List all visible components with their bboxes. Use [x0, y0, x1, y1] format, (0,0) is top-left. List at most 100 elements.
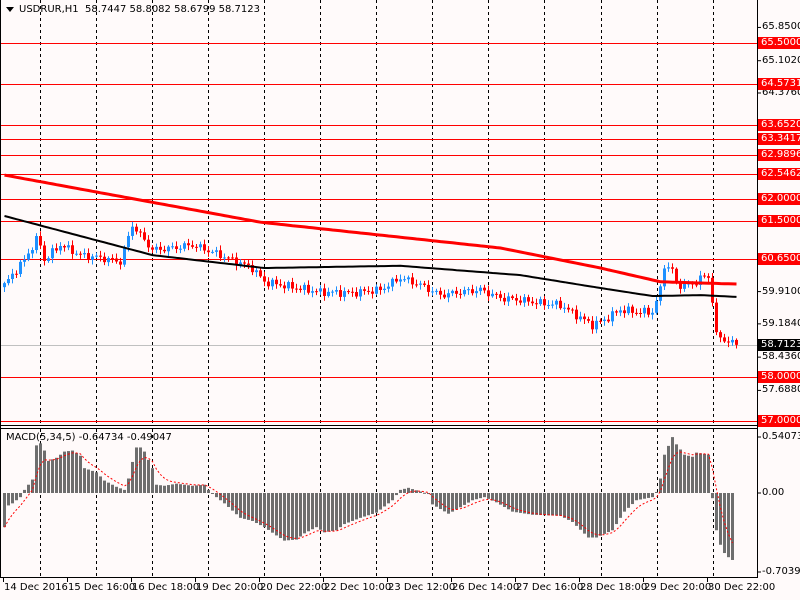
candle-bear [267, 281, 270, 287]
macd-histogram-bar [591, 493, 594, 538]
macd-histogram-bar [691, 456, 694, 493]
macd-histogram-bar [567, 493, 570, 520]
candle-bear [471, 289, 474, 294]
candle-bear [295, 288, 298, 290]
level-label: 63.3417 [758, 132, 800, 145]
macd-histogram-bar [523, 493, 526, 514]
candle-bear [631, 306, 634, 313]
candle-bear [355, 291, 358, 297]
candle-bear [639, 313, 642, 315]
macd-histogram-bar [67, 451, 70, 493]
macd-histogram-bar [679, 449, 682, 493]
candle-bear [707, 276, 710, 278]
macd-histogram-bar [687, 455, 690, 493]
macd-histogram-bar [595, 493, 598, 538]
macd-histogram-bar [203, 484, 206, 493]
macd-histogram-bar [335, 493, 338, 531]
macd-histogram-bar [399, 489, 402, 493]
macd-histogram-bar [711, 493, 714, 499]
macd-histogram-bar [419, 491, 422, 493]
candle-bull [491, 293, 494, 297]
macd-histogram-bar [551, 493, 554, 516]
candle-bull [603, 319, 606, 321]
macd-histogram-bar [359, 493, 362, 518]
macd-histogram-bar [727, 493, 730, 558]
macd-histogram-bar [571, 493, 574, 522]
candle-bull [627, 306, 630, 314]
candle-bear [575, 309, 578, 320]
macd-histogram-bar [63, 451, 66, 493]
candle-bull [335, 290, 338, 292]
macd-histogram-bar [395, 493, 398, 496]
macd-histogram-bar [103, 480, 106, 493]
candle-bull [23, 259, 26, 262]
candle-bear [559, 300, 562, 309]
macd-histogram-bar [699, 453, 702, 493]
macd-histogram-bar [555, 493, 558, 516]
candle-bear [147, 239, 150, 248]
candle-bear [711, 277, 714, 303]
macd-histogram-bar [71, 450, 74, 493]
macd-histogram-bar [107, 482, 110, 493]
level-label: 57.0000 [758, 414, 800, 427]
macd-histogram-bar [235, 493, 238, 515]
macd-histogram-bar [151, 468, 154, 493]
macd-histogram-bar [239, 493, 242, 518]
price-label: 59.9100 [762, 285, 800, 297]
macd-histogram-bar [447, 493, 450, 514]
candle-bear [227, 257, 230, 259]
candle-bear [515, 298, 518, 301]
macd-histogram-bar [643, 493, 646, 499]
macd-histogram-bar [635, 493, 638, 501]
candle-bull [31, 250, 34, 254]
macd-histogram-bar [351, 493, 354, 521]
macd-histogram-bar [631, 493, 634, 505]
macd-histogram-bar [615, 493, 618, 525]
candle-bear [723, 337, 726, 342]
candle-bull [331, 291, 334, 293]
time-label: 30 Dec 22:00 [708, 582, 776, 593]
candle-bear [299, 288, 302, 290]
candle-bull [127, 235, 130, 248]
macd-histogram-bar [367, 493, 370, 516]
macd-histogram-bar [391, 493, 394, 501]
candle-bull [475, 291, 478, 294]
candle-bear [591, 320, 594, 330]
candle-bear [715, 302, 718, 333]
macd-histogram-bar [23, 489, 26, 493]
macd-histogram-bar [403, 488, 406, 493]
candle-bear [347, 291, 350, 293]
candle-bull [507, 296, 510, 302]
macd-histogram-bar [471, 493, 474, 501]
macd-histogram-bar [619, 493, 622, 518]
candle-bear [623, 310, 626, 314]
chart-canvas[interactable] [0, 0, 800, 600]
macd-histogram-bar [271, 493, 274, 533]
macd-histogram-bar [127, 478, 130, 493]
macd-histogram-bar [671, 437, 674, 493]
ohlc-values: 58.7447 58.8082 58.6799 58.7123 [85, 4, 260, 15]
candle-bear [79, 253, 82, 255]
level-label: 63.6520 [758, 119, 800, 132]
horizontal-levels [0, 43, 757, 422]
candle-bear [39, 236, 42, 246]
candle-bull [311, 291, 314, 293]
macd-histogram-bar [683, 454, 686, 493]
candle-bear [427, 284, 430, 292]
macd-histogram-bar [507, 493, 510, 510]
candle-bull [579, 316, 582, 320]
macd-histogram-bar [163, 485, 166, 493]
macd-histogram-bar [275, 493, 278, 536]
macd-histogram-bar [43, 450, 46, 493]
level-label: 58.0000 [758, 370, 800, 383]
candle-bull [47, 258, 50, 261]
macd-histogram-bar [3, 493, 6, 528]
candle-bear [415, 284, 418, 286]
macd-histogram-bar [283, 493, 286, 541]
time-label: 27 Dec 16:00 [516, 582, 584, 593]
macd-histogram-bar [467, 493, 470, 503]
time-label: 16 Dec 18:00 [132, 582, 200, 593]
dropdown-triangle-icon[interactable] [6, 6, 14, 12]
time-label: 29 Dec 20:00 [644, 582, 712, 593]
candle-bull [83, 253, 86, 255]
